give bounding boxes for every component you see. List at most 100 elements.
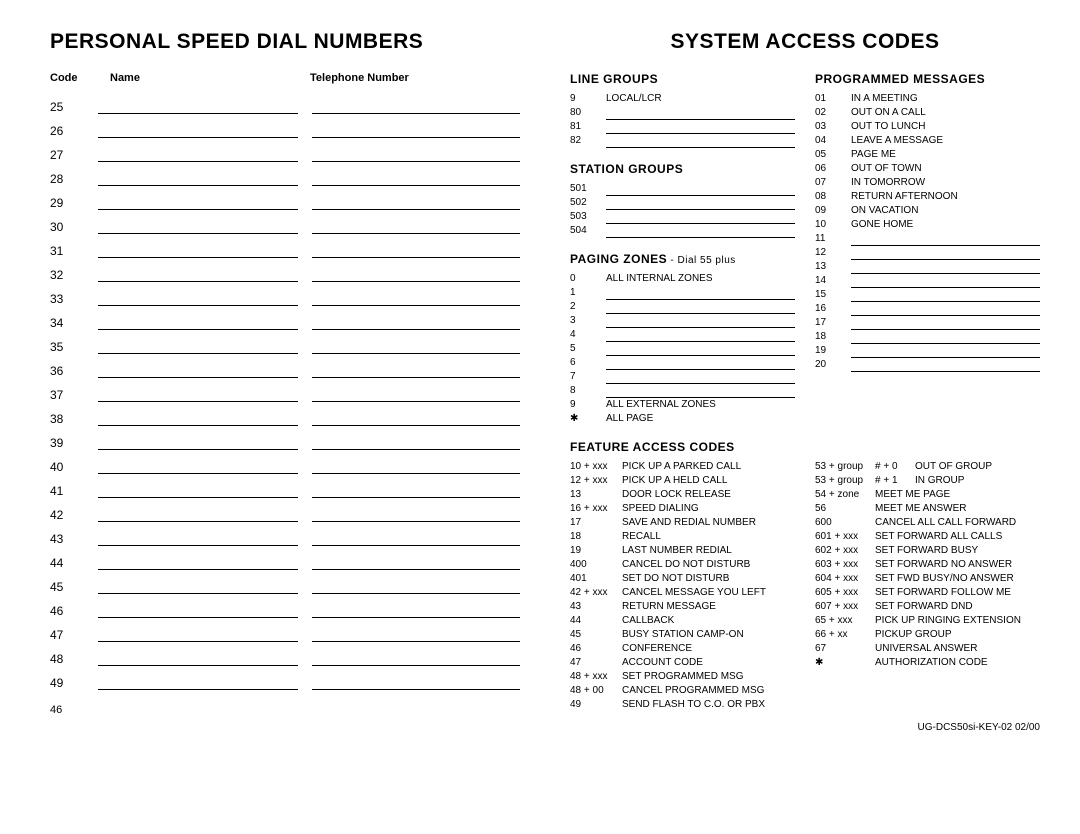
feature-row: 18RECALL xyxy=(570,530,795,544)
speed-dial-tel-line xyxy=(312,650,520,666)
feature-desc: BUSY STATION CAMP-ON xyxy=(622,628,795,642)
list-item: 9LOCAL/LCR xyxy=(570,92,795,106)
item-code: 08 xyxy=(815,190,851,204)
speed-dial-name-line xyxy=(98,602,298,618)
header-tel: Telephone Number xyxy=(310,72,520,84)
feature-desc: PICKUP GROUP xyxy=(875,628,1040,642)
item-text: ON VACATION xyxy=(851,204,1040,218)
feature-desc: SPEED DIALING xyxy=(622,502,795,516)
feature-row: 602 + xxxSET FORWARD BUSY xyxy=(815,544,1040,558)
item-text: LEAVE A MESSAGE xyxy=(851,134,1040,148)
feature-row: 603 + xxxSET FORWARD NO ANSWER xyxy=(815,558,1040,572)
speed-dial-row: 32 xyxy=(50,258,520,282)
list-item: 20 xyxy=(815,358,1040,372)
speed-dial-code: 27 xyxy=(50,148,98,162)
speed-dial-tel-line xyxy=(312,530,520,546)
speed-dial-code: 30 xyxy=(50,220,98,234)
blank-line xyxy=(851,249,1040,260)
feature-code: 48 + 00 xyxy=(570,684,622,698)
feature-code: 400 xyxy=(570,558,622,572)
blank-line xyxy=(851,277,1040,288)
speed-dial-header-row: Code Name Telephone Number xyxy=(50,72,520,84)
item-code: 502 xyxy=(570,196,606,210)
item-code: 12 xyxy=(815,246,851,260)
right-upper-right: PROGRAMMED MESSAGES 01IN A MEETING02OUT … xyxy=(815,72,1040,426)
feature-row: 10 + xxxPICK UP A PARKED CALL xyxy=(570,460,795,474)
item-code: 82 xyxy=(570,134,606,148)
feature-desc: CANCEL MESSAGE YOU LEFT xyxy=(622,586,795,600)
feature-row: 45BUSY STATION CAMP-ON xyxy=(570,628,795,642)
speed-dial-name-line xyxy=(98,338,298,354)
speed-dial-tel-line xyxy=(312,98,520,114)
list-item: 501 xyxy=(570,182,795,196)
speed-dial-code: 25 xyxy=(50,100,98,114)
speed-dial-code: 44 xyxy=(50,556,98,570)
speed-dial-name-line xyxy=(98,530,298,546)
speed-dial-code: 28 xyxy=(50,172,98,186)
feature-code: 67 xyxy=(815,642,875,656)
feature-row: 46CONFERENCE xyxy=(570,642,795,656)
list-item: 2 xyxy=(570,300,795,314)
speed-dial-name-line xyxy=(98,314,298,330)
blank-line xyxy=(606,387,795,398)
feature-code: 12 + xxx xyxy=(570,474,622,488)
speed-dial-name-line xyxy=(98,578,298,594)
speed-dial-name-line xyxy=(98,626,298,642)
feature-desc: PICK UP A PARKED CALL xyxy=(622,460,795,474)
list-item: 504 xyxy=(570,224,795,238)
feature-code: 401 xyxy=(570,572,622,586)
speed-dial-name-line xyxy=(98,410,298,426)
item-code: 09 xyxy=(815,204,851,218)
feature-code: 605 + xxx xyxy=(815,586,875,600)
blank-line xyxy=(851,347,1040,358)
feature-code: 49 xyxy=(570,698,622,712)
item-code: 4 xyxy=(570,328,606,342)
list-item: 19 xyxy=(815,344,1040,358)
feature-desc: DOOR LOCK RELEASE xyxy=(622,488,795,502)
speed-dial-code: 46 xyxy=(50,604,98,618)
feature-desc: AUTHORIZATION CODE xyxy=(875,656,1040,670)
speed-dial-row: 26 xyxy=(50,114,520,138)
speed-dial-code: 26 xyxy=(50,124,98,138)
item-code: 1 xyxy=(570,286,606,300)
feature-row: 42 + xxxCANCEL MESSAGE YOU LEFT xyxy=(570,586,795,600)
item-code: 04 xyxy=(815,134,851,148)
list-item: 8 xyxy=(570,384,795,398)
feature-code: 43 xyxy=(570,600,622,614)
speed-dial-name-line xyxy=(98,242,298,258)
blank-line xyxy=(606,289,795,300)
feature-code: 42 + xxx xyxy=(570,586,622,600)
item-code: 02 xyxy=(815,106,851,120)
list-item: 05PAGE ME xyxy=(815,148,1040,162)
speed-dial-tel-line xyxy=(312,602,520,618)
feature-code: 46 xyxy=(570,642,622,656)
feature-code: ✱ xyxy=(815,656,875,670)
speed-dial-row: 31 xyxy=(50,234,520,258)
item-text: LOCAL/LCR xyxy=(606,92,795,106)
title-left: PERSONAL SPEED DIAL NUMBERS xyxy=(50,30,520,54)
speed-dial-code: 49 xyxy=(50,676,98,690)
speed-dial-tel-line xyxy=(312,674,520,690)
list-item: 6 xyxy=(570,356,795,370)
blank-line xyxy=(606,373,795,384)
speed-dial-row: 33 xyxy=(50,282,520,306)
item-code: 5 xyxy=(570,342,606,356)
list-item: 16 xyxy=(815,302,1040,316)
speed-dial-code: 40 xyxy=(50,460,98,474)
feature-desc: CANCEL DO NOT DISTURB xyxy=(622,558,795,572)
right-column: SYSTEM ACCESS CODES LINE GROUPS 9LOCAL/L… xyxy=(545,30,1040,733)
speed-dial-tel-line xyxy=(312,578,520,594)
item-code: 501 xyxy=(570,182,606,196)
list-item: 01IN A MEETING xyxy=(815,92,1040,106)
feature-row: 600CANCEL ALL CALL FORWARD xyxy=(815,516,1040,530)
blank-line xyxy=(851,305,1040,316)
speed-dial-name-line xyxy=(98,122,298,138)
speed-dial-code: 42 xyxy=(50,508,98,522)
feature-code: 601 + xxx xyxy=(815,530,875,544)
speed-dial-code: 48 xyxy=(50,652,98,666)
item-text: ALL PAGE xyxy=(606,412,795,426)
list-item: 3 xyxy=(570,314,795,328)
speed-dial-code: 31 xyxy=(50,244,98,258)
list-item: 13 xyxy=(815,260,1040,274)
feature-row: 67UNIVERSAL ANSWER xyxy=(815,642,1040,656)
